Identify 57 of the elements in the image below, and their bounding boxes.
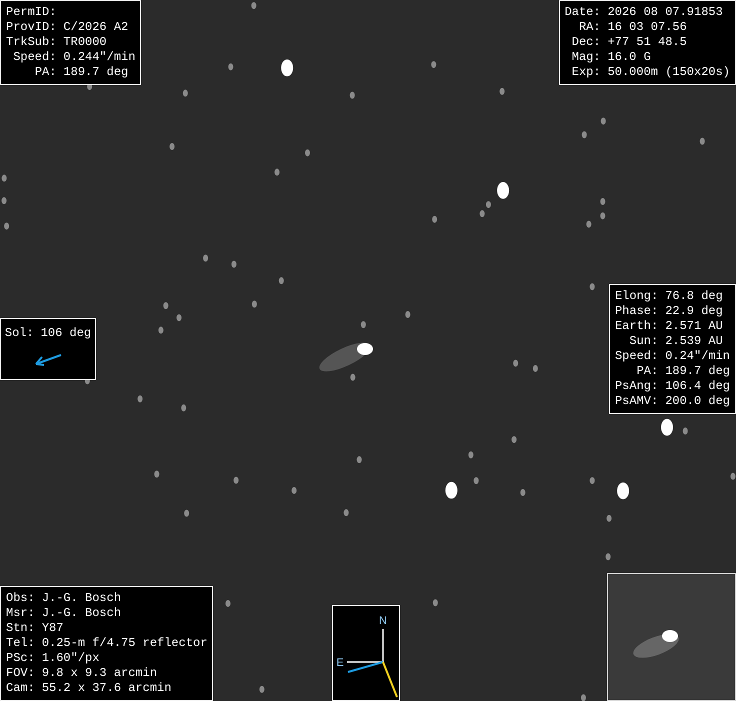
field-label: Mag: [570,50,601,65]
field-value: 16.0 G [608,50,652,65]
field-value: 0.24"/min [665,349,730,364]
field-label: Obs: [6,591,35,606]
field-label: PA: [34,65,56,80]
field-value: 16 03 07.56 [608,20,688,35]
field-value: 189.7 deg [665,364,730,379]
field-value: 76.8 deg [665,289,724,304]
field-label: PA: [636,364,658,379]
field-label: Exp: [570,65,601,80]
arrow-icon [33,353,63,367]
field-label: TrkSub: [6,35,56,50]
field-label: Dec: [570,35,601,50]
field-label: Sun: [628,334,658,349]
comet-drawing [633,630,679,658]
field-value: 2.571 AU [665,319,724,334]
east-label: E [336,657,344,669]
field-label: Speed: [12,50,56,65]
field-label: Tel: [6,636,35,651]
field-label: PermID: [6,5,56,20]
field-label: RA: [578,20,601,35]
field-label: ProvID: [6,20,56,35]
field-value: 50.000m (150x20s) [608,65,730,80]
north-label: N [379,615,387,627]
field-value: 22.9 deg [665,304,724,319]
comet-drawing [319,342,373,372]
field-label: Phase: [614,304,658,319]
field-value: 106 deg [40,326,92,341]
field-value: 2026 08 07.91853 [608,5,724,20]
field-label: Elong: [614,289,658,304]
field-label: Sol: [4,326,34,341]
field-value: 0.25-m f/4.75 reflector [42,636,208,651]
field-value: C/2026 A2 [63,20,130,35]
field-label: Msr: [6,606,35,621]
field-label: PSc: [6,651,35,666]
field-label: Stn: [6,621,35,636]
compass-drawing [347,629,398,698]
field-value: Y87 [42,621,64,636]
field-label: FOV: [6,666,35,681]
field-value: J.-G. Bosch [42,591,122,606]
field-label: PsAng: [614,379,658,394]
field-label: Earth: [614,319,658,334]
field-value: +77 51 48.5 [608,35,688,50]
field-label: Date: [564,5,601,20]
field-value: 200.0 deg [665,394,730,409]
field-value: 55.2 x 37.6 arcmin [42,681,172,696]
field-value: 0.244"/min [63,50,136,65]
field-value: 9.8 x 9.3 arcmin [42,666,158,681]
field-label: Cam: [6,681,35,696]
field-value: J.-G. Bosch [42,606,122,621]
field-value: 189.7 deg [63,65,130,80]
field-value: TR0000 [63,35,108,50]
field-value: 106.4 deg [665,379,730,394]
field-label: PsAMV: [614,394,658,409]
field-value: 2.539 AU [665,334,724,349]
field-label: Speed: [614,349,658,364]
field-value: 1.60"/px [42,651,100,666]
